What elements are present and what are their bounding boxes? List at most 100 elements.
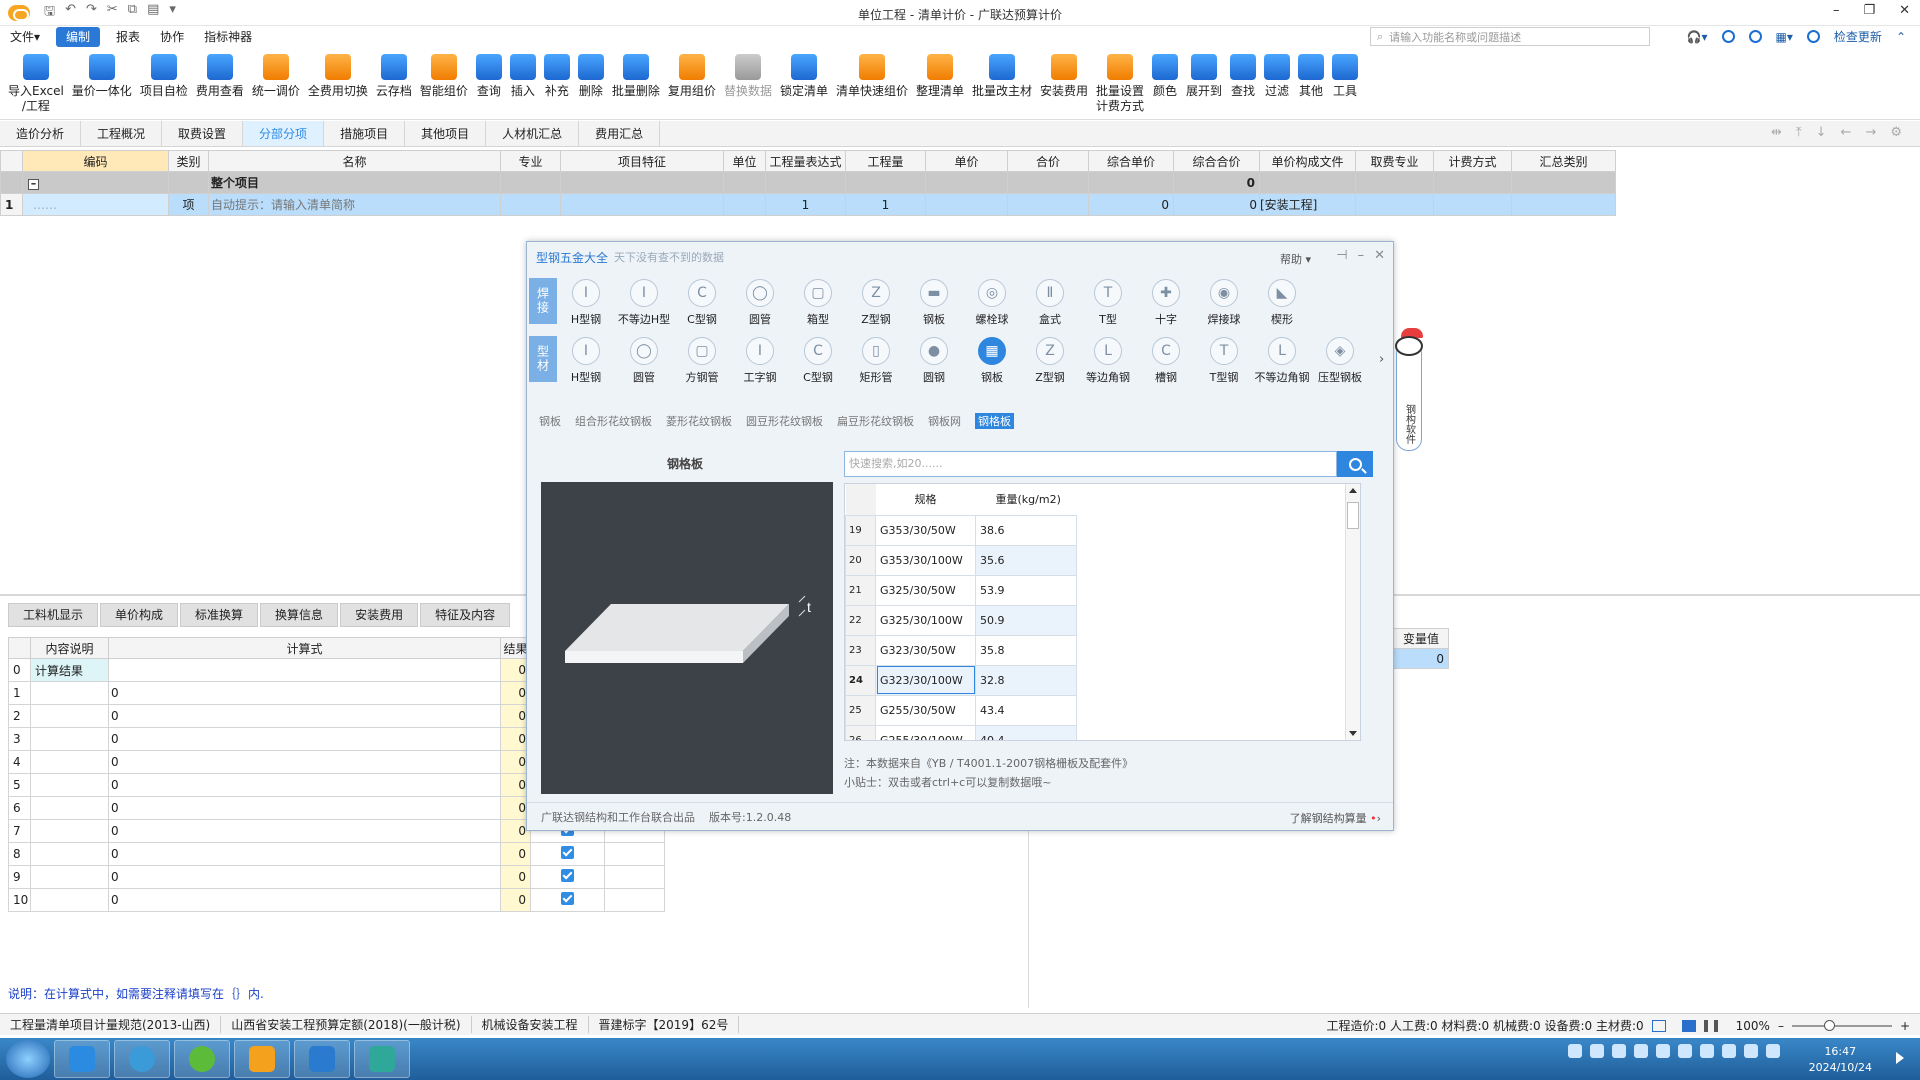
taskbar-app-2[interactable]	[114, 1040, 170, 1078]
desc-cell[interactable]	[30, 888, 109, 912]
grid-column-header[interactable]: 工程量	[845, 150, 926, 172]
expr-cell[interactable]: 0	[108, 888, 501, 912]
ribbon-button[interactable]: 批量设置 计费方式	[1096, 48, 1144, 114]
tray-app-icon[interactable]	[1634, 1044, 1648, 1058]
quick-search-button[interactable]	[1337, 451, 1373, 477]
headset-icon[interactable]: 🎧▾	[1687, 30, 1708, 44]
scroll-thumb[interactable]	[1347, 502, 1359, 529]
close-icon[interactable]: ✕	[1899, 3, 1910, 18]
steel-type-item[interactable]: ▯ 矩形管	[847, 334, 905, 390]
spec-cell[interactable]: G255/30/100W	[875, 724, 976, 740]
layout-icon[interactable]	[1681, 1019, 1696, 1032]
taskbar-app-5[interactable]	[294, 1040, 350, 1078]
expr-cell[interactable]: 0	[108, 704, 501, 728]
steel-type-item[interactable]: Ⅱ 盒式	[1021, 276, 1079, 332]
steel-type-item[interactable]: ✚ 十字	[1137, 276, 1195, 332]
desc-cell[interactable]	[30, 727, 109, 751]
table-row[interactable]: 22 G325/30/100W 50.9	[845, 604, 1077, 636]
steel-type-item[interactable]: ▢ 方钢管	[673, 334, 731, 390]
expr-cell[interactable]	[108, 658, 501, 682]
steel-type-item[interactable]: L 等边角钢	[1079, 334, 1137, 390]
volume-icon[interactable]	[1766, 1044, 1780, 1058]
desc-cell[interactable]	[30, 704, 109, 728]
tray-app-icon[interactable]	[1612, 1044, 1626, 1058]
steel-type-item[interactable]: ◈ 压型钢板	[1311, 334, 1369, 390]
next-page-icon[interactable]: ›	[1379, 352, 1384, 367]
extra-cell[interactable]	[604, 842, 665, 866]
steel-type-item[interactable]: C 槽钢	[1137, 334, 1195, 390]
cut-icon[interactable]: ✂	[107, 2, 118, 24]
ribbon-button[interactable]: 量价一体化	[72, 48, 132, 99]
dialog-header[interactable]: 型钢五金大全 天下没有查不到的数据	[527, 242, 1393, 272]
steel-type-item[interactable]: I 不等边H型	[615, 276, 673, 332]
table-row[interactable]: 20 G353/30/100W 35.6	[845, 544, 1077, 576]
customize-chevron-icon[interactable]: ▾	[169, 2, 176, 24]
steel-type-item[interactable]: ▦ 钢板	[963, 334, 1021, 390]
table-row[interactable]: 1 …… 项 自动提示：请输入清单简称 1 1 0 0 [安装工程]	[0, 193, 1616, 216]
module-tab[interactable]: 造价分析	[0, 121, 82, 146]
ribbon-button[interactable]: 云存档	[376, 48, 412, 99]
weight-cell[interactable]: 35.8	[975, 634, 1077, 666]
grid-column-header[interactable]: 合价	[1007, 150, 1089, 172]
detail-tab[interactable]: 工料机显示	[8, 603, 99, 627]
taskbar-app-6[interactable]	[354, 1040, 410, 1078]
columns-icon[interactable]	[1703, 1019, 1718, 1032]
type-cell[interactable]: 项	[168, 193, 209, 216]
desc-cell[interactable]	[30, 842, 109, 866]
ribbon-button[interactable]: 删除	[577, 48, 604, 99]
billing-cell[interactable]	[1433, 193, 1512, 216]
zoom-out-icon[interactable]: –	[1778, 1019, 1784, 1033]
desc-cell[interactable]	[30, 681, 109, 705]
table-row[interactable]: 19 G353/30/50W 38.6	[845, 514, 1077, 546]
steel-type-item[interactable]: C C型钢	[673, 276, 731, 332]
group-row[interactable]: – 整个项目 0	[0, 171, 1616, 194]
steel-type-item[interactable]: C C型钢	[789, 334, 847, 390]
checkbox-checked-icon[interactable]	[561, 869, 574, 882]
spec-scrollbar[interactable]	[1345, 484, 1360, 740]
pin-icon[interactable]: ⊣	[1336, 248, 1347, 263]
plate-subtab[interactable]: 组合形花纹钢板	[575, 413, 652, 429]
unit-cell[interactable]	[723, 193, 766, 216]
collapse-columns-icon[interactable]: ⇹	[1771, 125, 1782, 140]
steel-type-item[interactable]: ◯ 圆管	[615, 334, 673, 390]
table-row[interactable]: 9 00	[8, 865, 665, 889]
zoom-in-icon[interactable]: +	[1900, 1019, 1910, 1033]
module-tab[interactable]: 措施项目	[324, 121, 406, 146]
keyboard-icon[interactable]	[1568, 1044, 1582, 1058]
tray-app-icon[interactable]	[1700, 1044, 1714, 1058]
move-top-icon[interactable]: ⤒	[1796, 125, 1802, 140]
steel-type-item[interactable]: ● 圆钢	[905, 334, 963, 390]
steel-type-item[interactable]: I H型钢	[557, 276, 615, 332]
tray-app-icon[interactable]	[1656, 1044, 1670, 1058]
file-cell[interactable]: [安装工程]	[1259, 193, 1356, 216]
grid-apps-icon[interactable]: ▦▾	[1776, 30, 1793, 44]
module-tab[interactable]: 费用汇总	[579, 121, 661, 146]
expr-cell[interactable]: 0	[108, 842, 501, 866]
grid-column-header[interactable]: 计费方式	[1433, 150, 1512, 172]
plate-subtab[interactable]: 菱形花纹钢板	[666, 413, 732, 429]
ribbon-button[interactable]: 复用组价	[668, 48, 716, 99]
minimize-icon[interactable]: –	[1833, 3, 1840, 18]
taskbar-app-3[interactable]	[174, 1040, 230, 1078]
dialog-close-icon[interactable]: ✕	[1374, 248, 1385, 263]
menu-item[interactable]: 协作	[150, 27, 194, 47]
save-icon[interactable]: 🖫	[44, 2, 55, 24]
steel-type-item[interactable]: ◉ 焊接球	[1195, 276, 1253, 332]
grid-column-header[interactable]: 单价	[925, 150, 1008, 172]
var-value[interactable]: 0	[1393, 648, 1449, 669]
expr-cell[interactable]: 0	[108, 819, 501, 843]
ribbon-button[interactable]: 安装费用	[1040, 48, 1088, 99]
weight-cell[interactable]: 50.9	[975, 604, 1077, 636]
ribbon-button[interactable]: 项目自检	[140, 48, 188, 99]
expr-cell[interactable]: 0	[108, 727, 501, 751]
taskbar-app-1[interactable]	[54, 1040, 110, 1078]
table-row[interactable]: 23 G323/30/50W 35.8	[845, 634, 1077, 666]
weight-cell[interactable]: 43.4	[975, 694, 1077, 726]
desc-cell[interactable]	[30, 796, 109, 820]
collapse-ribbon-icon[interactable]: ⌃	[1896, 30, 1906, 44]
redo-icon[interactable]: ↷	[86, 2, 97, 24]
detail-tab[interactable]: 安装费用	[340, 603, 419, 627]
plate-subtab[interactable]: 钢板网	[928, 413, 961, 429]
grid-column-header[interactable]: 项目特征	[560, 150, 724, 172]
minus-icon[interactable]: –	[28, 178, 39, 190]
